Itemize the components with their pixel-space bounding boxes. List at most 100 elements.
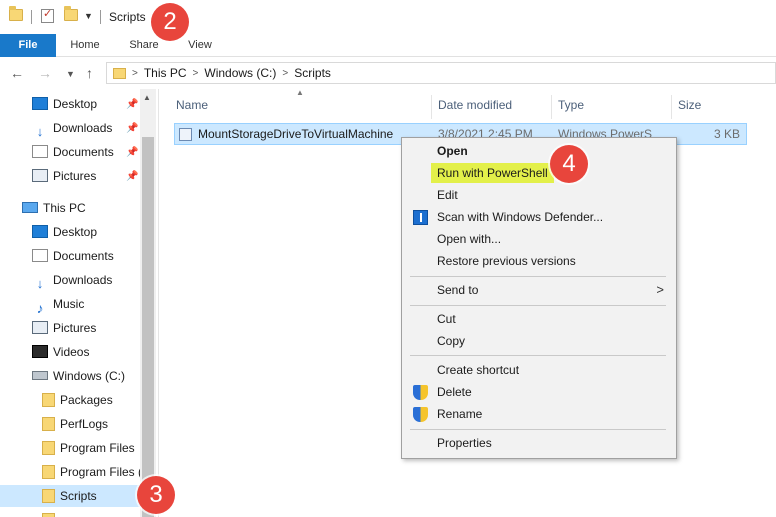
menu-item-open[interactable]: Open [404, 140, 674, 162]
menu-item-run-with-powershell[interactable]: Run with PowerShell [404, 162, 674, 184]
sidebar-item-downloads[interactable]: ↓ Downloads [32, 269, 113, 292]
menu-item-label: Delete [437, 385, 472, 399]
menu-item-restore-previous[interactable]: Restore previous versions [404, 250, 674, 272]
folder-icon [42, 464, 55, 479]
sidebar-item-documents-quick[interactable]: Documents [32, 141, 114, 163]
sidebar-item-music[interactable]: ♪ Music [32, 293, 85, 317]
sidebar-item-perflogs[interactable]: PerfLogs [42, 413, 108, 435]
menu-item-properties[interactable]: Properties [404, 432, 674, 454]
sidebar-item-pictures-quick[interactable]: Pictures [32, 165, 96, 187]
menu-item-send-to[interactable]: Send to > [404, 279, 674, 301]
address-bar[interactable]: > This PC > Windows (C:) > Scripts [106, 62, 776, 84]
sidebar-item-packages[interactable]: Packages [42, 389, 113, 411]
sidebar-item-desktop[interactable]: Desktop [32, 221, 97, 243]
menu-item-rename[interactable]: Rename [404, 403, 674, 425]
powershell-script-icon [179, 128, 192, 141]
breadcrumb-this-pc[interactable]: This PC [144, 66, 187, 80]
nav-scrollbar[interactable]: ▲ [140, 89, 156, 517]
menu-item-copy[interactable]: Copy [404, 330, 674, 352]
videos-icon [32, 345, 48, 359]
tab-view[interactable]: View [178, 34, 222, 57]
pin-icon: 📌 [126, 123, 139, 134]
menu-separator [410, 305, 666, 306]
sidebar-item-videos[interactable]: Videos [32, 341, 89, 363]
breadcrumb-scripts[interactable]: Scripts [294, 66, 331, 80]
sidebar-item-program-files[interactable]: Program Files [42, 437, 135, 459]
properties-icon[interactable] [41, 7, 54, 23]
customize-toolbar-icon[interactable]: ▼ [84, 11, 93, 21]
file-name: MountStorageDriveToVirtualMachine [198, 127, 394, 141]
folder-icon [9, 6, 23, 21]
folder-icon [42, 512, 55, 517]
pictures-icon [32, 321, 48, 335]
callout-step-3: 3 [137, 476, 175, 514]
music-icon: ♪ [36, 300, 44, 317]
desktop-icon [32, 97, 48, 111]
download-icon: ↓ [36, 124, 44, 140]
menu-item-scan-defender[interactable]: Scan with Windows Defender... [404, 206, 674, 228]
menu-item-edit[interactable]: Edit [404, 184, 674, 206]
toolbar-divider [100, 10, 101, 24]
menu-separator [410, 276, 666, 277]
forward-arrow-icon[interactable]: → [38, 65, 52, 81]
sidebar-item-this-pc[interactable]: This PC [22, 197, 86, 219]
tab-home[interactable]: Home [62, 34, 108, 57]
folder-icon [113, 67, 126, 79]
chevron-right-icon[interactable]: > [282, 68, 288, 79]
folder-icon [42, 416, 55, 431]
column-header-type[interactable]: Type [558, 95, 584, 115]
sidebar-item-windows-c[interactable]: Windows (C:) [32, 365, 125, 387]
column-header-size[interactable]: Size [678, 95, 701, 115]
tab-file[interactable]: File [0, 34, 56, 57]
menu-item-delete[interactable]: Delete [404, 381, 674, 403]
sidebar-item-pictures[interactable]: Pictures [32, 317, 96, 339]
title-bar: ▼ Scripts [0, 0, 776, 34]
documents-icon [32, 249, 48, 263]
navigation-bar: ← → ▼ ↑ > This PC > Windows (C:) > Scrip… [0, 57, 776, 89]
pane-divider[interactable] [158, 89, 159, 517]
chevron-right-icon[interactable]: > [132, 68, 138, 79]
sidebar-item-partial[interactable] [42, 509, 60, 517]
chevron-right-icon[interactable]: > [193, 68, 199, 79]
download-icon: ↓ [36, 276, 44, 292]
uac-shield-icon [413, 407, 428, 422]
column-divider[interactable] [671, 95, 672, 119]
menu-item-label: Scan with Windows Defender... [437, 210, 604, 224]
sidebar-item-scripts[interactable]: Scripts [0, 485, 140, 507]
folder-icon [42, 392, 55, 407]
ribbon-tabs: File Home Share View [0, 34, 776, 57]
windows-defender-icon [413, 210, 428, 225]
column-divider[interactable] [431, 95, 432, 119]
column-header-name[interactable]: Name [176, 95, 208, 115]
sidebar-item-downloads-quick[interactable]: ↓ Downloads [32, 117, 113, 140]
menu-item-cut[interactable]: Cut [404, 308, 674, 330]
scrollbar-thumb[interactable] [142, 137, 154, 517]
menu-item-open-with[interactable]: Open with... [404, 228, 674, 250]
menu-separator [410, 355, 666, 356]
new-folder-icon[interactable] [64, 6, 78, 21]
pictures-icon [32, 169, 48, 183]
scroll-up-icon[interactable]: ▲ [143, 93, 151, 102]
desktop-icon [32, 225, 48, 239]
sidebar-item-program-files-x86[interactable]: Program Files ( [42, 461, 142, 483]
menu-item-label: Run with PowerShell [431, 163, 554, 183]
drive-icon [32, 371, 48, 381]
breadcrumb-windows-c[interactable]: Windows (C:) [204, 66, 276, 80]
sidebar-item-desktop-quick[interactable]: Desktop [32, 93, 97, 115]
column-divider[interactable] [551, 95, 552, 119]
pin-icon: 📌 [126, 171, 139, 182]
folder-icon [42, 488, 55, 503]
context-menu: Open Run with PowerShell Edit Scan with … [401, 137, 677, 459]
back-arrow-icon[interactable]: ← [10, 65, 24, 81]
folder-icon [42, 440, 55, 455]
menu-item-create-shortcut[interactable]: Create shortcut [404, 359, 674, 381]
menu-item-label: Send to [437, 283, 479, 297]
sidebar-item-documents[interactable]: Documents [32, 245, 114, 267]
recent-locations-icon[interactable]: ▼ [66, 69, 75, 79]
up-arrow-icon[interactable]: ↑ [86, 65, 93, 81]
column-header-date[interactable]: Date modified [438, 95, 512, 115]
computer-icon [22, 202, 38, 214]
callout-step-2: 2 [151, 3, 189, 41]
documents-icon [32, 145, 48, 159]
callout-step-4: 4 [550, 145, 588, 183]
